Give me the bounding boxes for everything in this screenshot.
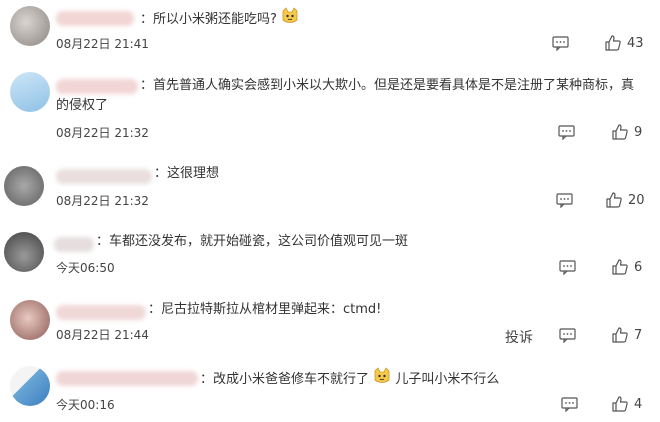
like-button[interactable]: 20 — [606, 192, 645, 208]
comment-body: 这很理想 — [167, 166, 220, 181]
comment-text: ：首先普通人确实会感到小米以大欺小。但是还是要看具体是不是注册了某种商标，真的侵… — [56, 76, 646, 116]
reply-button[interactable] — [561, 397, 578, 412]
comment-body: 儿子叫小米不行么 — [395, 372, 500, 387]
like-button[interactable]: 7 — [612, 327, 642, 343]
avatar[interactable] — [4, 232, 44, 272]
reply-button[interactable] — [559, 328, 576, 343]
comment-item: ：这很理想 08月22日 21:32 20 — [0, 158, 660, 216]
username-blurred[interactable] — [56, 305, 146, 320]
reply-button[interactable] — [556, 193, 573, 208]
colon-separator: ： — [200, 372, 214, 387]
timestamp: 08月22日 21:41 — [56, 37, 149, 51]
comment-text: ：所以小米粥还能吃吗? — [140, 7, 299, 32]
like-count: 9 — [634, 124, 643, 140]
comment-icon — [552, 36, 569, 51]
reply-button[interactable] — [552, 36, 569, 51]
like-button[interactable]: 9 — [612, 124, 642, 140]
reply-button[interactable] — [559, 260, 576, 275]
timestamp: 今天06:50 — [56, 261, 115, 275]
timestamp: 08月22日 21:32 — [56, 126, 149, 140]
colon-separator: ： — [154, 166, 168, 181]
comment-item: ：首先普通人确实会感到小米以大欺小。但是还是要看具体是不是注册了某种商标，真的侵… — [0, 68, 660, 148]
comment-text: ：这很理想 — [154, 164, 219, 184]
reply-button[interactable] — [558, 125, 575, 140]
comment-icon — [558, 125, 575, 140]
avatar[interactable] — [10, 72, 50, 112]
avatar[interactable] — [4, 166, 44, 206]
like-count: 6 — [634, 259, 643, 275]
comment-icon — [556, 193, 573, 208]
avatar[interactable] — [10, 366, 50, 406]
cat-face-emoji — [281, 7, 299, 32]
comment-body: 车都还没发布，就开始碰瓷，这公司价值观可见一斑 — [109, 234, 409, 249]
like-button[interactable]: 43 — [605, 35, 644, 51]
colon-separator: ： — [140, 78, 154, 93]
comment-item: ：改成小米爸爸修车不就行了 儿子叫小米不行么 今天00:16 4 — [0, 360, 660, 422]
avatar[interactable] — [10, 6, 50, 46]
like-count: 7 — [634, 327, 643, 343]
timestamp: 08月22日 21:32 — [56, 194, 149, 208]
comment-icon — [559, 328, 576, 343]
comment-body: 改成小米爸爸修车不就行了 — [213, 372, 370, 387]
thumbs-up-icon — [612, 259, 628, 275]
thumbs-up-icon — [605, 35, 621, 51]
timestamp: 08月22日 21:44 — [56, 328, 149, 342]
comment-item: ：尼古拉特斯拉从棺材里弹起来：ctmd! 08月22日 21:44 投诉 7 — [0, 294, 660, 352]
thumbs-up-icon — [606, 192, 622, 208]
comment-text: ：尼古拉特斯拉从棺材里弹起来：ctmd! — [148, 300, 381, 320]
comment-item: ：所以小米粥还能吃吗? 08月22日 21:41 43 — [0, 0, 660, 60]
comment-icon — [559, 260, 576, 275]
comment-text: ：改成小米爸爸修车不就行了 儿子叫小米不行么 — [200, 367, 499, 392]
comment-text: ：车都还没发布，就开始碰瓷，这公司价值观可见一斑 — [96, 232, 408, 252]
comment-icon — [561, 397, 578, 412]
like-count: 4 — [634, 396, 643, 412]
like-button[interactable]: 4 — [612, 396, 642, 412]
timestamp: 今天00:16 — [56, 398, 115, 412]
username-blurred[interactable] — [56, 169, 152, 184]
comment-body: 所以小米粥还能吃吗? — [153, 12, 277, 27]
cat-face-emoji — [373, 367, 391, 392]
like-count: 43 — [627, 35, 644, 51]
report-button[interactable]: 投诉 — [505, 327, 533, 347]
like-button[interactable]: 6 — [612, 259, 642, 275]
username-blurred[interactable] — [54, 237, 94, 252]
username-blurred[interactable] — [56, 371, 198, 386]
thumbs-up-icon — [612, 396, 628, 412]
avatar[interactable] — [10, 300, 50, 340]
thumbs-up-icon — [612, 327, 628, 343]
colon-separator: ： — [148, 302, 162, 317]
colon-separator: ： — [96, 234, 110, 249]
username-blurred[interactable] — [56, 11, 134, 26]
comment-item: ：车都还没发布，就开始碰瓷，这公司价值观可见一斑 今天06:50 6 — [0, 226, 660, 284]
like-count: 20 — [628, 192, 645, 208]
thumbs-up-icon — [612, 124, 628, 140]
colon-separator: ： — [140, 12, 154, 27]
comment-body: 尼古拉特斯拉从棺材里弹起来：ctmd! — [161, 302, 382, 317]
